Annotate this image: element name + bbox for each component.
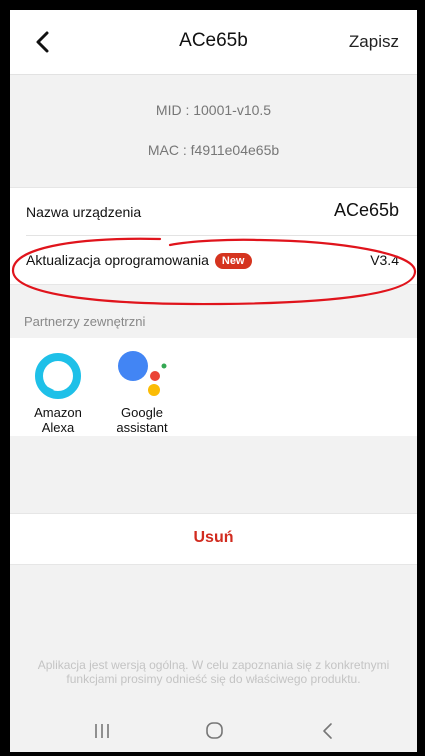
google-assistant-icon xyxy=(118,351,167,396)
partner-google-line1: Google xyxy=(121,405,163,420)
firmware-update-row[interactable]: Aktualizacja oprogramowania New V3.4 xyxy=(10,236,417,285)
header-bar: ACe65b Zapisz xyxy=(10,10,417,75)
device-name-label: Nazwa urządzenia xyxy=(26,204,142,220)
partner-alexa-line2: Alexa xyxy=(41,420,75,435)
home-button[interactable] xyxy=(184,718,244,744)
partner-google-line2: assistant xyxy=(116,420,168,435)
partners-section-title: Partnerzy zewnętrzni xyxy=(24,314,146,329)
system-back-icon xyxy=(323,723,332,739)
partner-amazon-alexa[interactable]: Amazon Alexa xyxy=(18,350,98,435)
delete-label: Usuń xyxy=(193,529,234,546)
save-button[interactable]: Zapisz xyxy=(349,32,399,52)
phone-screen: ACe65b Zapisz MID : 10001-v10.5 MAC : f4… xyxy=(10,10,417,752)
new-badge: New xyxy=(214,253,252,269)
home-icon xyxy=(206,722,223,739)
device-name-value: ACe65b xyxy=(333,200,399,220)
disclaimer-text: Aplikacja jest wersją ogólną. W celu zap… xyxy=(37,658,390,686)
recent-apps-icon xyxy=(95,724,109,738)
system-back-button[interactable] xyxy=(298,718,358,744)
mid-info: MID : 10001-v10.5 xyxy=(155,102,272,118)
recent-apps-button[interactable] xyxy=(72,718,132,744)
partner-alexa-line1: Amazon xyxy=(34,405,82,420)
alexa-icon xyxy=(35,353,81,399)
partner-google-assistant[interactable]: Google assistant xyxy=(102,350,182,435)
mac-info: MAC : f4911e04e65b xyxy=(147,142,280,158)
firmware-label-text: Aktualizacja oprogramowania xyxy=(26,252,209,268)
delete-device-button[interactable]: Usuń xyxy=(10,513,417,565)
system-nav-bar xyxy=(10,710,417,752)
firmware-update-label: Aktualizacja oprogramowania New xyxy=(26,252,252,269)
device-name-row[interactable]: Nazwa urządzenia ACe65b xyxy=(10,187,417,236)
firmware-version: V3.4 xyxy=(370,252,399,268)
